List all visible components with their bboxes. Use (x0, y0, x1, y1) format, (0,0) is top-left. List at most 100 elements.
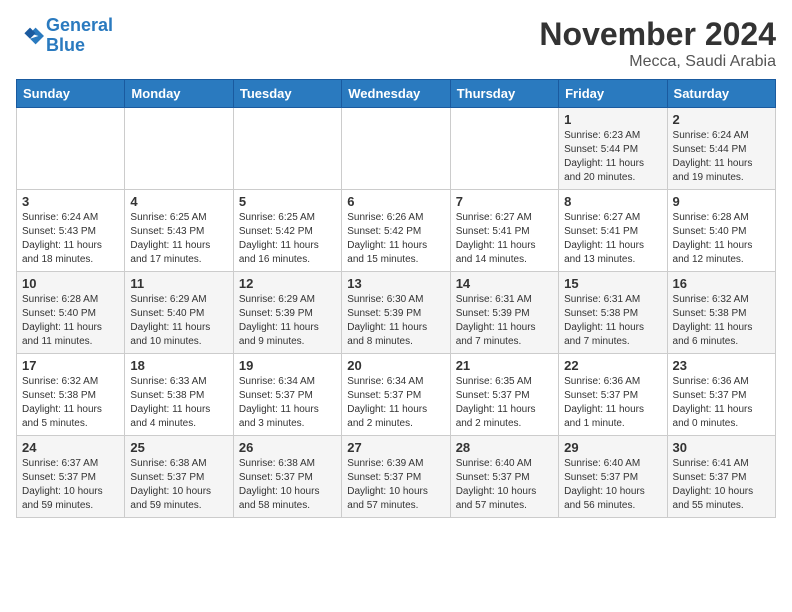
day-number: 14 (456, 276, 553, 291)
calendar-cell: 9 Sunrise: 6:28 AM Sunset: 5:40 PM Daylig… (667, 190, 775, 272)
day-number: 28 (456, 440, 553, 455)
weekday-header-thursday: Thursday (450, 80, 558, 108)
day-info: Sunrise: 6:28 AM Sunset: 5:40 PM Dayligh… (22, 293, 119, 349)
weekday-header-sunday: Sunday (17, 80, 125, 108)
day-info: Sunrise: 6:23 AM Sunset: 5:44 PM Dayligh… (564, 129, 661, 185)
calendar-cell: 20Sunrise: 6:34 AM Sunset: 5:37 PM Dayli… (342, 354, 450, 436)
day-info: Sunrise: 6:28 AM Sunset: 5:40 PM Dayligh… (673, 211, 770, 267)
day-info: Sunrise: 6:36 AM Sunset: 5:37 PM Dayligh… (564, 375, 661, 431)
day-number: 22 (564, 358, 661, 373)
calendar-cell: 10Sunrise: 6:28 AM Sunset: 5:40 PM Dayli… (17, 272, 125, 354)
calendar-cell: 5 Sunrise: 6:25 AM Sunset: 5:42 PM Daylig… (233, 190, 341, 272)
day-number: 7 (456, 194, 553, 209)
day-number: 24 (22, 440, 119, 455)
calendar-cell: 17 Sunrise: 6:32 AM Sunset: 5:38 PM Dayli… (17, 354, 125, 436)
day-number: 13 (347, 276, 444, 291)
calendar-cell (450, 108, 558, 190)
day-number: 25 (130, 440, 227, 455)
page-header: General Blue November 2024 Mecca, Saudi … (16, 16, 776, 71)
day-info: Sunrise: 6:31 AM Sunset: 5:38 PM Dayligh… (564, 293, 661, 349)
day-number: 11 (130, 276, 227, 291)
day-number: 9 (673, 194, 770, 209)
week-row-3: 17 Sunrise: 6:32 AM Sunset: 5:38 PM Dayli… (17, 354, 776, 436)
day-info: Sunrise: 6:34 AM Sunset: 5:37 PM Dayligh… (239, 375, 336, 431)
day-number: 19 (239, 358, 336, 373)
calendar-cell: 19 Sunrise: 6:34 AM Sunset: 5:37 PM Dayli… (233, 354, 341, 436)
day-info: Sunrise: 6:27 AM Sunset: 5:41 PM Dayligh… (564, 211, 661, 267)
day-number: 3 (22, 194, 119, 209)
week-row-0: 1 Sunrise: 6:23 AM Sunset: 5:44 PM Daylig… (17, 108, 776, 190)
day-number: 4 (130, 194, 227, 209)
calendar-cell: 14 Sunrise: 6:31 AM Sunset: 5:39 PM Dayli… (450, 272, 558, 354)
week-row-1: 3 Sunrise: 6:24 AM Sunset: 5:43 PM Daylig… (17, 190, 776, 272)
day-info: Sunrise: 6:35 AM Sunset: 5:37 PM Dayligh… (456, 375, 553, 431)
calendar-cell: 29Sunrise: 6:40 AM Sunset: 5:37 PM Dayli… (559, 436, 667, 518)
calendar-cell: 1 Sunrise: 6:23 AM Sunset: 5:44 PM Daylig… (559, 108, 667, 190)
calendar-cell: 27Sunrise: 6:39 AM Sunset: 5:37 PM Dayli… (342, 436, 450, 518)
calendar-cell: 12Sunrise: 6:29 AM Sunset: 5:39 PM Dayli… (233, 272, 341, 354)
day-number: 6 (347, 194, 444, 209)
day-info: Sunrise: 6:29 AM Sunset: 5:40 PM Dayligh… (130, 293, 227, 349)
calendar-cell: 25 Sunrise: 6:38 AM Sunset: 5:37 PM Dayli… (125, 436, 233, 518)
calendar-cell: 15 Sunrise: 6:31 AM Sunset: 5:38 PM Dayli… (559, 272, 667, 354)
day-info: Sunrise: 6:27 AM Sunset: 5:41 PM Dayligh… (456, 211, 553, 267)
day-number: 30 (673, 440, 770, 455)
calendar-cell: 11 Sunrise: 6:29 AM Sunset: 5:40 PM Dayli… (125, 272, 233, 354)
title-section: November 2024 Mecca, Saudi Arabia (539, 16, 776, 71)
week-row-4: 24 Sunrise: 6:37 AM Sunset: 5:37 PM Dayli… (17, 436, 776, 518)
day-number: 5 (239, 194, 336, 209)
calendar-cell: 3 Sunrise: 6:24 AM Sunset: 5:43 PM Daylig… (17, 190, 125, 272)
day-info: Sunrise: 6:40 AM Sunset: 5:37 PM Dayligh… (564, 457, 661, 513)
day-number: 8 (564, 194, 661, 209)
calendar-cell: 6Sunrise: 6:26 AM Sunset: 5:42 PM Daylig… (342, 190, 450, 272)
calendar-header: SundayMondayTuesdayWednesdayThursdayFrid… (17, 80, 776, 108)
day-info: Sunrise: 6:25 AM Sunset: 5:43 PM Dayligh… (130, 211, 227, 267)
day-info: Sunrise: 6:41 AM Sunset: 5:37 PM Dayligh… (673, 457, 770, 513)
day-info: Sunrise: 6:25 AM Sunset: 5:42 PM Dayligh… (239, 211, 336, 267)
calendar-cell: 13 Sunrise: 6:30 AM Sunset: 5:39 PM Dayli… (342, 272, 450, 354)
weekday-header-saturday: Saturday (667, 80, 775, 108)
calendar-cell: 22 Sunrise: 6:36 AM Sunset: 5:37 PM Dayli… (559, 354, 667, 436)
day-number: 21 (456, 358, 553, 373)
day-number: 26 (239, 440, 336, 455)
calendar-cell: 28 Sunrise: 6:40 AM Sunset: 5:37 PM Dayli… (450, 436, 558, 518)
day-info: Sunrise: 6:31 AM Sunset: 5:39 PM Dayligh… (456, 293, 553, 349)
location: Mecca, Saudi Arabia (539, 53, 776, 71)
weekday-header-tuesday: Tuesday (233, 80, 341, 108)
calendar-cell: 23Sunrise: 6:36 AM Sunset: 5:37 PM Dayli… (667, 354, 775, 436)
day-info: Sunrise: 6:32 AM Sunset: 5:38 PM Dayligh… (22, 375, 119, 431)
weekday-header-friday: Friday (559, 80, 667, 108)
calendar-cell (342, 108, 450, 190)
calendar-body: 1 Sunrise: 6:23 AM Sunset: 5:44 PM Daylig… (17, 108, 776, 518)
calendar-cell: 16 Sunrise: 6:32 AM Sunset: 5:38 PM Dayli… (667, 272, 775, 354)
day-info: Sunrise: 6:40 AM Sunset: 5:37 PM Dayligh… (456, 457, 553, 513)
day-number: 1 (564, 112, 661, 127)
day-info: Sunrise: 6:30 AM Sunset: 5:39 PM Dayligh… (347, 293, 444, 349)
calendar-cell (233, 108, 341, 190)
day-info: Sunrise: 6:36 AM Sunset: 5:37 PM Dayligh… (673, 375, 770, 431)
day-info: Sunrise: 6:38 AM Sunset: 5:37 PM Dayligh… (130, 457, 227, 513)
logo-text: General Blue (46, 16, 113, 56)
day-info: Sunrise: 6:24 AM Sunset: 5:43 PM Dayligh… (22, 211, 119, 267)
month-title: November 2024 (539, 16, 776, 53)
day-number: 12 (239, 276, 336, 291)
calendar-cell (125, 108, 233, 190)
day-info: Sunrise: 6:39 AM Sunset: 5:37 PM Dayligh… (347, 457, 444, 513)
day-info: Sunrise: 6:32 AM Sunset: 5:38 PM Dayligh… (673, 293, 770, 349)
calendar-cell: 30 Sunrise: 6:41 AM Sunset: 5:37 PM Dayli… (667, 436, 775, 518)
calendar-cell: 24 Sunrise: 6:37 AM Sunset: 5:37 PM Dayli… (17, 436, 125, 518)
day-number: 2 (673, 112, 770, 127)
calendar-cell: 7 Sunrise: 6:27 AM Sunset: 5:41 PM Daylig… (450, 190, 558, 272)
calendar-cell: 18Sunrise: 6:33 AM Sunset: 5:38 PM Dayli… (125, 354, 233, 436)
calendar-cell: 21 Sunrise: 6:35 AM Sunset: 5:37 PM Dayli… (450, 354, 558, 436)
day-number: 18 (130, 358, 227, 373)
day-info: Sunrise: 6:37 AM Sunset: 5:37 PM Dayligh… (22, 457, 119, 513)
day-number: 16 (673, 276, 770, 291)
day-info: Sunrise: 6:24 AM Sunset: 5:44 PM Dayligh… (673, 129, 770, 185)
day-number: 17 (22, 358, 119, 373)
day-number: 15 (564, 276, 661, 291)
day-number: 20 (347, 358, 444, 373)
weekday-header-monday: Monday (125, 80, 233, 108)
weekday-header-wednesday: Wednesday (342, 80, 450, 108)
calendar-cell: 8 Sunrise: 6:27 AM Sunset: 5:41 PM Daylig… (559, 190, 667, 272)
